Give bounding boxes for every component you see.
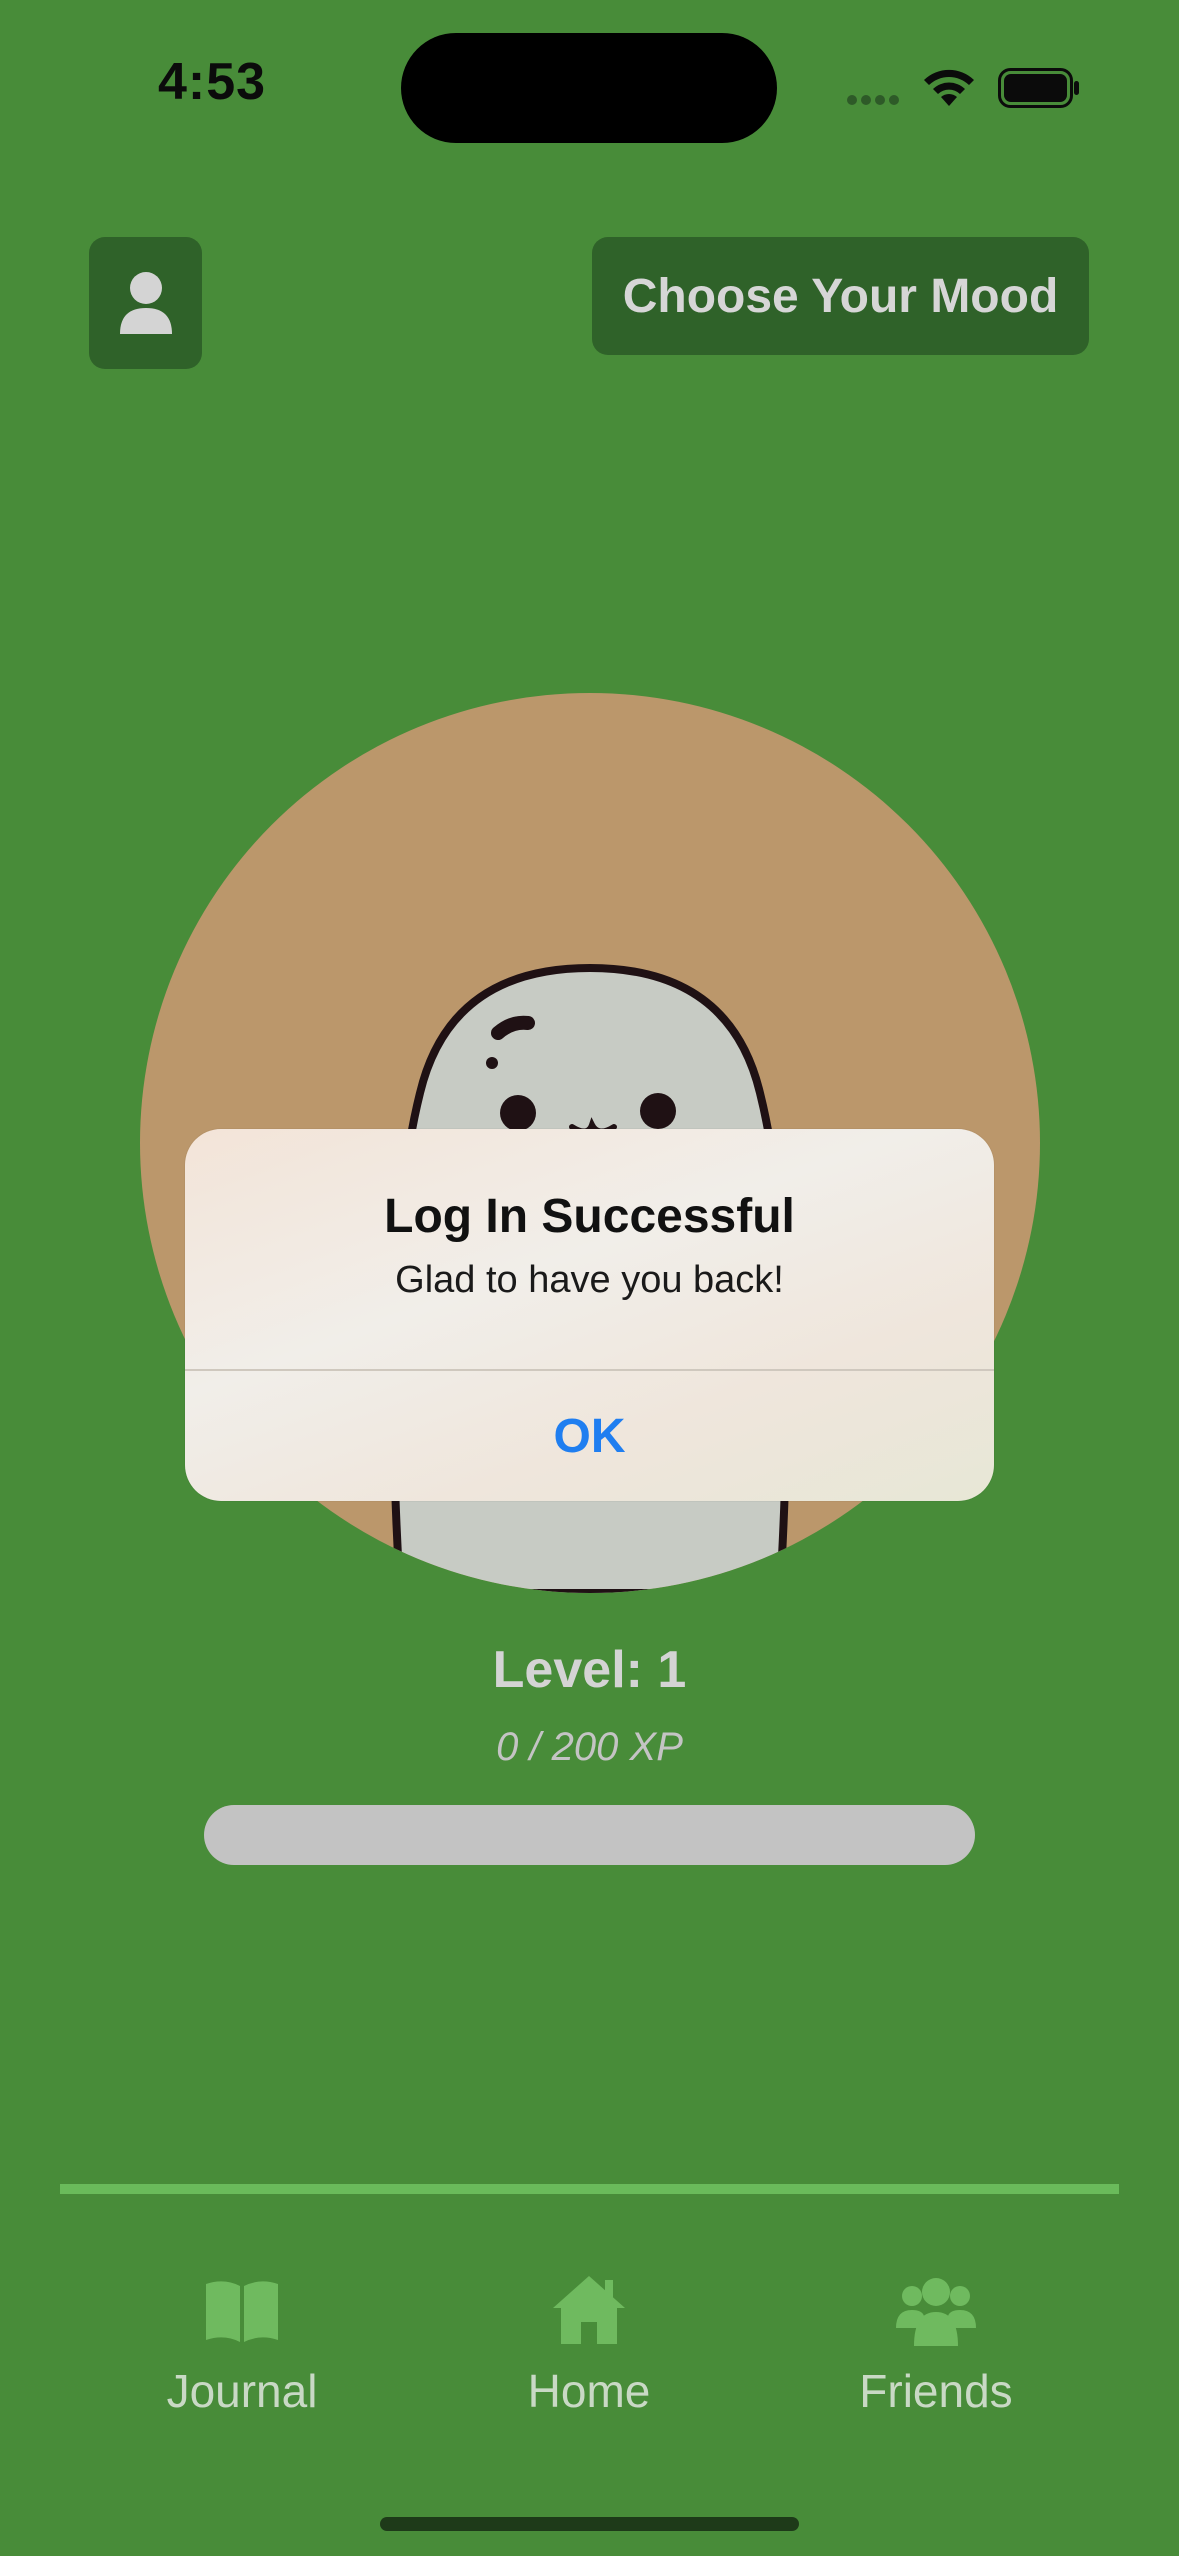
dynamic-island: [401, 33, 777, 143]
home-indicator[interactable]: [380, 2517, 799, 2531]
tab-bar-divider: [60, 2184, 1119, 2194]
alert-message: Glad to have you back!: [395, 1259, 784, 1301]
tab-journal-label: Journal: [166, 2365, 318, 2417]
tab-home-label: Home: [527, 2365, 651, 2417]
battery-icon: [998, 68, 1079, 108]
cellular-signal-icon: [847, 95, 899, 105]
tab-friends-label: Friends: [859, 2365, 1013, 2417]
app-screen: 4:53 Choose Your Mood Level: 1 0 / 200 X…: [0, 0, 1179, 2556]
tab-journal[interactable]: Journal: [92, 2270, 392, 2418]
person-icon: [119, 272, 172, 334]
choose-mood-button[interactable]: Choose Your Mood: [592, 237, 1089, 355]
book-icon: [206, 2281, 278, 2342]
login-success-alert: Log In Successful Glad to have you back!…: [185, 1129, 994, 1501]
xp-progress-bar: [204, 1805, 975, 1865]
level-label: Level: 1: [492, 1641, 687, 1699]
xp-label: 0 / 200 XP: [496, 1725, 683, 1769]
house-icon: [553, 2276, 625, 2344]
people-icon: [896, 2278, 976, 2346]
alert-title: Log In Successful: [384, 1190, 795, 1243]
wifi-icon: [924, 69, 974, 106]
tab-friends[interactable]: Friends: [786, 2270, 1086, 2418]
profile-button[interactable]: [89, 237, 202, 369]
alert-ok-button[interactable]: OK: [185, 1371, 994, 1501]
tab-home[interactable]: Home: [439, 2270, 739, 2418]
status-time: 4:53: [158, 53, 267, 111]
